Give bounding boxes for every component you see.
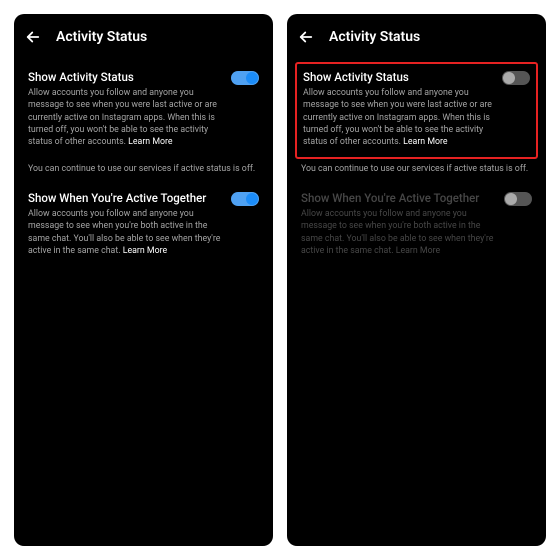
learn-more-link[interactable]: Learn More	[128, 137, 172, 147]
setting-title: Show Activity Status	[28, 70, 223, 84]
content: Show Activity Status Allow accounts you …	[14, 56, 273, 267]
learn-more-link[interactable]: Learn More	[123, 246, 167, 256]
setting-description: Allow accounts you follow and anyone you…	[303, 87, 494, 149]
back-arrow-icon[interactable]	[297, 28, 315, 46]
section-activity-status: Show Activity Status Allow accounts you …	[295, 62, 538, 159]
page-title: Activity Status	[329, 29, 420, 45]
phone-screen-left: Activity Status Show Activity Status All…	[14, 14, 273, 546]
back-arrow-icon[interactable]	[24, 28, 42, 46]
setting-description: Allow accounts you follow and anyone you…	[301, 208, 496, 257]
status-note: You can continue to use our services if …	[28, 159, 259, 183]
setting-description: Allow accounts you follow and anyone you…	[28, 87, 223, 149]
content: Show Activity Status Allow accounts you …	[287, 56, 546, 267]
status-note: You can continue to use our services if …	[301, 159, 532, 183]
header: Activity Status	[287, 14, 546, 56]
setting-title: Show Activity Status	[303, 70, 494, 84]
section-active-together: Show When You're Active Together Allow a…	[301, 183, 532, 267]
page-title: Activity Status	[56, 29, 147, 45]
toggle-active-together	[504, 192, 532, 206]
setting-title: Show When You're Active Together	[301, 191, 496, 205]
toggle-activity-status[interactable]	[231, 71, 259, 85]
setting-description: Allow accounts you follow and anyone you…	[28, 208, 223, 257]
toggle-activity-status[interactable]	[502, 71, 530, 85]
phone-screen-right: Activity Status Show Activity Status All…	[287, 14, 546, 546]
setting-title: Show When You're Active Together	[28, 191, 223, 205]
learn-more-link: Learn More	[396, 246, 440, 256]
learn-more-link[interactable]: Learn More	[403, 137, 447, 147]
toggle-active-together[interactable]	[231, 192, 259, 206]
section-activity-status: Show Activity Status Allow accounts you …	[28, 62, 259, 159]
header: Activity Status	[14, 14, 273, 56]
section-active-together: Show When You're Active Together Allow a…	[28, 183, 259, 267]
